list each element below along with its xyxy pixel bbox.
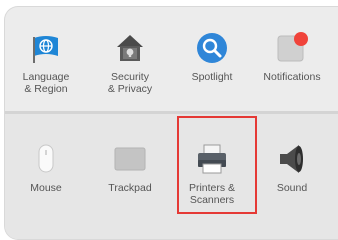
pane-spotlight[interactable]: Spotlight <box>178 31 246 111</box>
preferences-row-hardware: Mouse Trackpad Printers & Scanners Sound <box>5 114 338 239</box>
preferences-row-personal: Language & Region Security & Privacy Spo… <box>5 7 338 111</box>
pane-label: Notifications <box>263 71 321 83</box>
pane-label: Mouse <box>30 182 62 194</box>
mouse-icon <box>38 144 54 173</box>
pane-language-region[interactable]: Language & Region <box>12 31 80 111</box>
pane-label: Trackpad <box>108 182 152 194</box>
system-preferences-panel: Language & Region Security & Privacy Spo… <box>4 6 338 240</box>
pane-trackpad[interactable]: Trackpad <box>96 142 164 222</box>
pane-sound[interactable]: Sound <box>258 142 326 222</box>
pane-label: Spotlight <box>191 71 233 83</box>
pane-label: Security & Privacy <box>107 71 153 95</box>
speaker-icon <box>280 145 303 173</box>
selection-highlight <box>177 116 257 214</box>
pane-label: Language & Region <box>22 71 70 95</box>
pane-notifications[interactable]: Notifications <box>258 31 326 111</box>
house-lock-icon <box>117 35 143 61</box>
pane-label: Sound <box>276 182 308 194</box>
pane-mouse[interactable]: Mouse <box>12 142 80 222</box>
flag-globe-icon <box>33 36 58 63</box>
notification-badge-icon <box>277 32 308 62</box>
magnifier-icon <box>197 33 227 63</box>
pane-security-privacy[interactable]: Security & Privacy <box>96 31 164 111</box>
trackpad-icon <box>114 147 146 171</box>
